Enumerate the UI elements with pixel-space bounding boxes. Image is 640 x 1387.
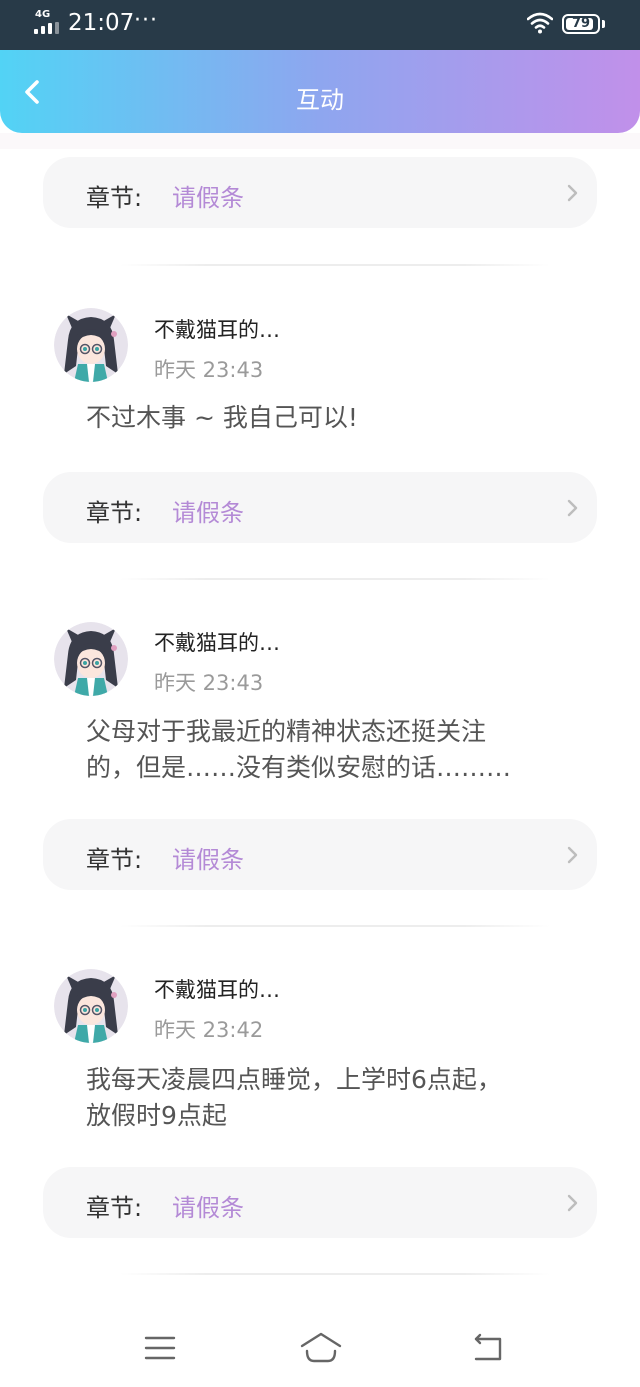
comment-text: 我每天凌晨四点睡觉，上学时6点起， 放假时9点起 — [86, 1062, 576, 1134]
home-icon[interactable] — [298, 1330, 344, 1366]
chapter-link[interactable]: 章节: 请假条 — [43, 819, 597, 890]
comment-time: 昨天 23:42 — [154, 1018, 264, 1042]
chevron-right-icon — [567, 184, 578, 202]
chapter-name: 请假条 — [172, 499, 244, 527]
username[interactable]: 不戴猫耳的… — [154, 314, 280, 344]
system-nav-bar — [0, 1300, 640, 1387]
menu-icon[interactable] — [140, 1332, 180, 1364]
chapter-name: 请假条 — [172, 846, 244, 874]
username[interactable]: 不戴猫耳的… — [154, 974, 280, 1004]
chapter-label: 章节: — [86, 846, 143, 874]
chevron-right-icon — [567, 1194, 578, 1212]
interaction-list: 章节: 请假条 不戴猫耳的… 昨天 23:43 不过木事 ~ 我自己可以! 章节… — [0, 0, 640, 1387]
chapter-link[interactable]: 章节: 请假条 — [43, 472, 597, 543]
comment-text-line: 的，但是……没有类似安慰的话……… — [86, 753, 512, 782]
chapter-name: 请假条 — [172, 184, 244, 212]
divider — [120, 578, 550, 580]
back-icon[interactable] — [468, 1330, 508, 1366]
chapter-link[interactable]: 章节: 请假条 — [43, 157, 597, 228]
comment-text: 不过木事 ~ 我自己可以! — [86, 400, 576, 436]
divider — [120, 1273, 550, 1275]
chapter-label: 章节: — [86, 499, 143, 527]
comment-text-line: 我每天凌晨四点睡觉，上学时6点起， — [86, 1065, 502, 1094]
avatar[interactable] — [54, 622, 128, 696]
comment-text-line: 放假时9点起 — [86, 1101, 227, 1130]
chapter-link[interactable]: 章节: 请假条 — [43, 1167, 597, 1238]
chapter-label: 章节: — [86, 184, 143, 212]
comment-text-line: 父母对于我最近的精神状态还挺关注 — [86, 717, 487, 746]
comment-time: 昨天 23:43 — [154, 358, 264, 382]
chevron-right-icon — [567, 499, 578, 517]
comment-text-line: 不过木事 ~ 我自己可以! — [86, 403, 358, 432]
username[interactable]: 不戴猫耳的… — [154, 627, 280, 657]
comment-text: 父母对于我最近的精神状态还挺关注 的，但是……没有类似安慰的话……… — [86, 714, 576, 786]
chapter-label: 章节: — [86, 1194, 143, 1222]
avatar[interactable] — [54, 969, 128, 1043]
avatar[interactable] — [54, 308, 128, 382]
chapter-name: 请假条 — [172, 1194, 244, 1222]
divider — [120, 264, 550, 266]
chevron-right-icon — [567, 846, 578, 864]
comment-time: 昨天 23:43 — [154, 671, 264, 695]
divider — [120, 925, 550, 927]
